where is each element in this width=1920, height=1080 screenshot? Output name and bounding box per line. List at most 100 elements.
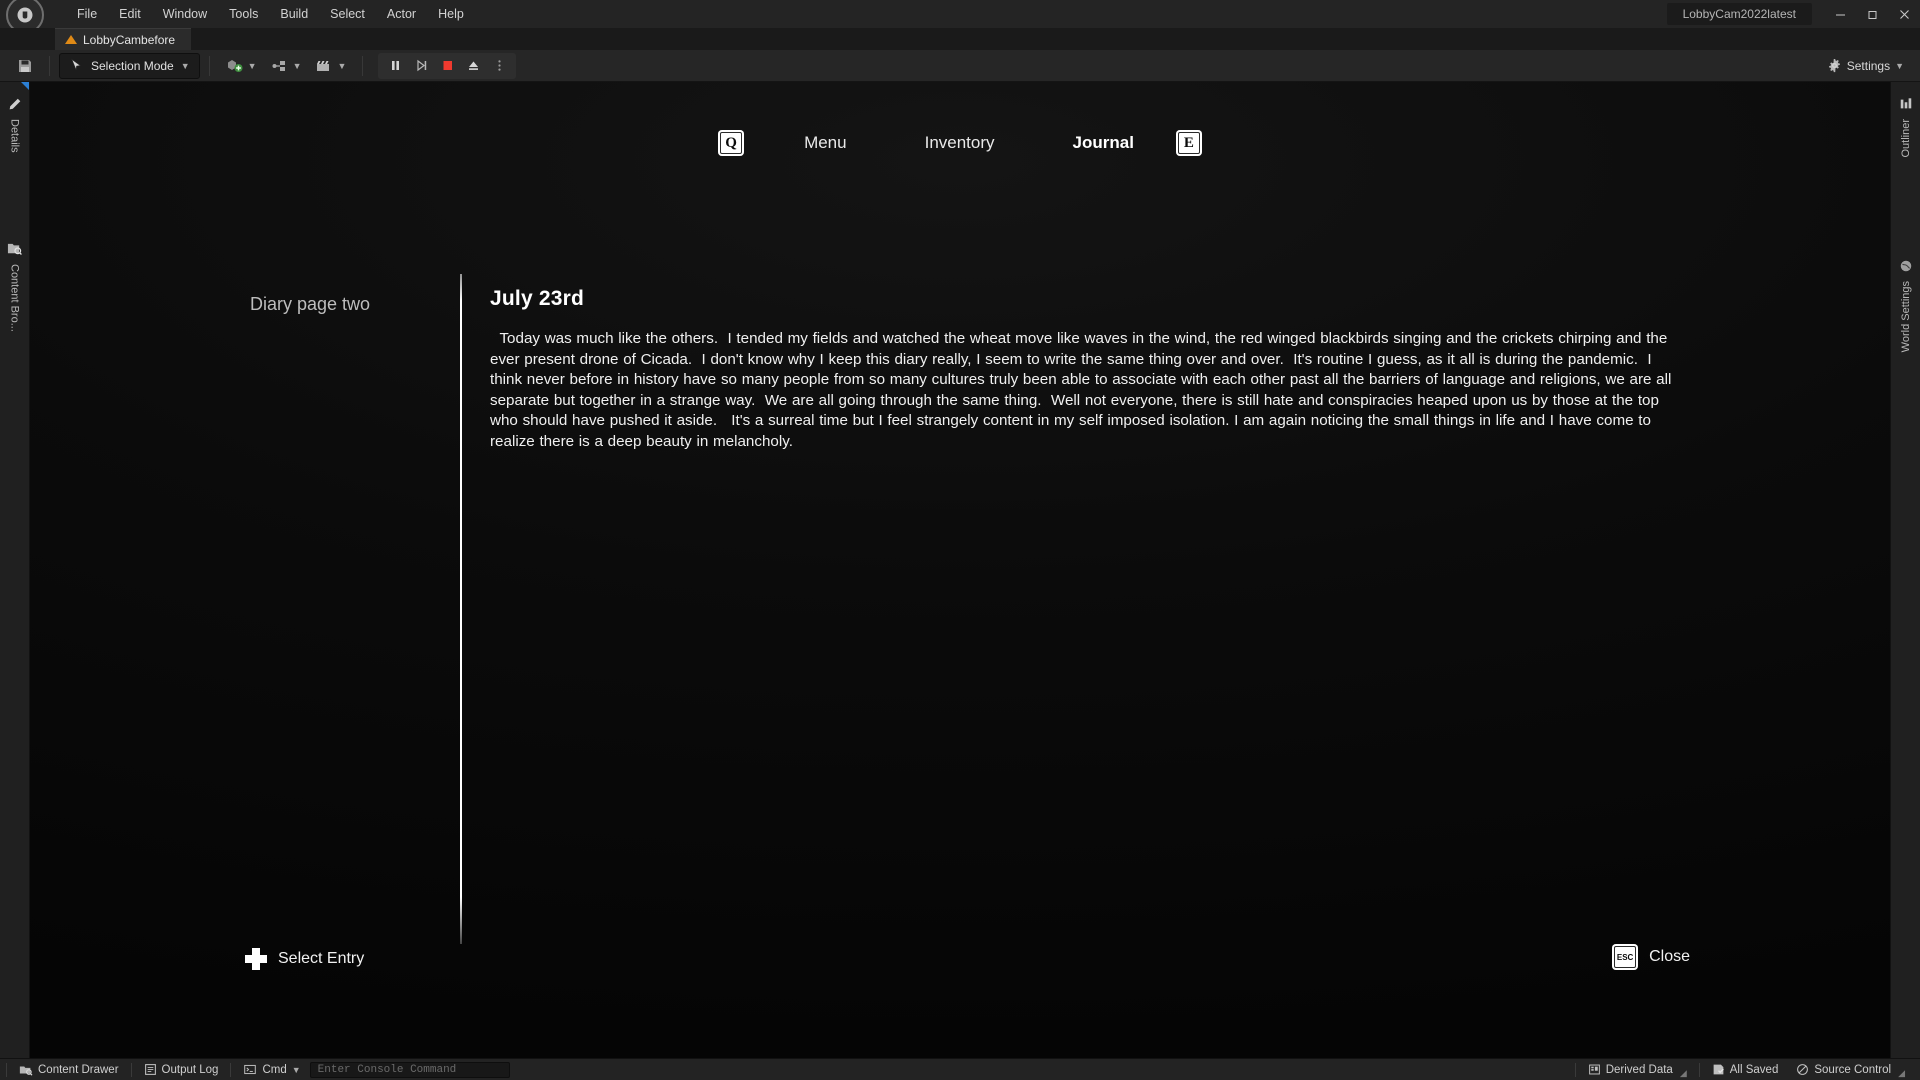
output-log-icon	[144, 1064, 156, 1075]
selection-mode-dropdown[interactable]: Selection Mode ▼	[59, 52, 200, 79]
menu-window[interactable]: Window	[152, 2, 218, 26]
status-bar: Content Drawer Output Log Cmd ▼ Enter Co…	[0, 1058, 1920, 1080]
outliner-icon	[1898, 96, 1914, 112]
menu-actor[interactable]: Actor	[376, 2, 427, 26]
output-log-label: Output Log	[161, 1063, 219, 1076]
esc-key-icon: ESC	[1612, 944, 1639, 970]
level-tab-lobbycambefore[interactable]: LobbyCambefore	[55, 28, 192, 50]
output-log-button[interactable]: Output Log	[135, 1061, 228, 1079]
select-entry-action[interactable]: Select Entry	[245, 948, 364, 970]
sidebar-item-content-browser[interactable]: Content Bro...	[7, 241, 23, 332]
blueprint-icon	[272, 60, 285, 71]
sidebar-item-label: Outliner	[1899, 119, 1912, 158]
menu-edit[interactable]: Edit	[108, 2, 152, 26]
toolbar-separator-1	[49, 55, 50, 76]
journal-entry-list: Diary page two	[180, 294, 440, 315]
derived-data-button[interactable]: Derived Data ◢	[1579, 1061, 1696, 1079]
all-saved-icon	[1713, 1064, 1724, 1075]
eject-button[interactable]	[462, 55, 484, 77]
menu-build[interactable]: Build	[269, 2, 319, 26]
journal-page: July 23rd Today was much like the others…	[490, 287, 1685, 453]
status-bar-right: Derived Data ◢ All Saved Source Control …	[1572, 1061, 1914, 1079]
content-drawer-label: Content Drawer	[38, 1063, 119, 1076]
status-separator-3	[1574, 1062, 1576, 1077]
next-page-key-e[interactable]: E	[1175, 130, 1202, 156]
source-control-button[interactable]: Source Control ◢	[1787, 1061, 1914, 1079]
cursor-icon	[71, 58, 81, 71]
menu-select[interactable]: Select	[319, 2, 376, 26]
hud-tab-inventory[interactable]: Inventory	[915, 133, 1005, 153]
cmd-dropdown[interactable]: Cmd ▼	[234, 1061, 309, 1079]
sidebar-item-label: Content Bro...	[8, 263, 21, 332]
details-pencil-icon	[7, 96, 23, 112]
world-settings-icon	[1898, 258, 1914, 274]
clapperboard-icon	[317, 60, 330, 71]
minimize-button[interactable]	[1824, 0, 1856, 28]
content-drawer-button[interactable]: Content Drawer	[10, 1061, 128, 1079]
all-saved-status[interactable]: All Saved	[1703, 1061, 1788, 1079]
derived-data-icon	[1588, 1064, 1600, 1075]
sidebar-item-world-settings[interactable]: World Settings	[1898, 258, 1914, 352]
hud-tab-menu[interactable]: Menu	[794, 133, 857, 153]
main-toolbar: Selection Mode ▼ ▼ ▼ ▼ Settings ▼	[0, 50, 1920, 82]
chevron-down-icon: ▼	[247, 60, 257, 71]
window-controls	[1824, 0, 1920, 28]
chevron-down-icon: ▼	[337, 60, 347, 71]
close-journal-label: Close	[1649, 948, 1690, 965]
menu-tools[interactable]: Tools	[218, 2, 269, 26]
chevron-down-icon: ▼	[180, 60, 190, 71]
status-separator-4	[1698, 1062, 1700, 1077]
save-button[interactable]	[10, 53, 40, 79]
chevron-down-icon: ▼	[1895, 60, 1904, 71]
menu-bar: File Edit Window Tools Build Select Acto…	[66, 0, 475, 28]
resize-grip-icon: ◢	[1679, 1067, 1687, 1078]
console-command-input[interactable]: Enter Console Command	[309, 1061, 510, 1078]
sidebar-item-details[interactable]: Details	[7, 96, 23, 153]
settings-dropdown[interactable]: Settings ▼	[1821, 53, 1910, 79]
stop-icon	[443, 61, 452, 70]
hud-tab-journal[interactable]: Journal	[1063, 133, 1144, 153]
project-title: LobbyCam2022latest	[1666, 3, 1812, 25]
sidebar-item-label: Details	[8, 119, 21, 153]
more-play-options-button[interactable]	[488, 55, 510, 77]
close-button[interactable]	[1888, 0, 1920, 28]
journal-page-body: Today was much like the others. I tended…	[490, 330, 1677, 450]
frame-step-button[interactable]	[410, 55, 432, 77]
level-tab-bar: LobbyCambefore	[0, 28, 1920, 50]
derived-data-label: Derived Data	[1605, 1063, 1673, 1076]
dpad-icon	[245, 948, 267, 970]
select-entry-label: Select Entry	[278, 950, 365, 967]
cmd-label: Cmd	[262, 1063, 287, 1076]
level-viewport[interactable]: Q Menu Inventory Journal E Diary page tw…	[30, 82, 1890, 1058]
pause-button[interactable]	[384, 55, 406, 77]
panel-corner-flag	[21, 82, 29, 90]
level-icon	[65, 35, 77, 44]
stop-button[interactable]	[436, 55, 458, 77]
maximize-button[interactable]	[1856, 0, 1888, 28]
menu-file[interactable]: File	[66, 2, 108, 26]
content-browser-icon	[7, 241, 23, 257]
menu-help[interactable]: Help	[427, 2, 475, 26]
resize-grip-icon: ◢	[1898, 1067, 1905, 1078]
prev-page-key-q[interactable]: Q	[718, 130, 745, 156]
unreal-editor-window: File Edit Window Tools Build Select Acto…	[0, 0, 1920, 1080]
chevron-down-icon: ▼	[291, 1064, 301, 1075]
kebab-menu-icon	[498, 60, 501, 71]
close-journal-action[interactable]: ESC Close	[1612, 944, 1690, 970]
journal-divider	[460, 274, 462, 944]
status-separator-2	[230, 1062, 232, 1077]
pause-icon	[391, 61, 399, 70]
content-drawer-icon	[19, 1066, 33, 1076]
add-cube-icon	[227, 59, 243, 72]
sidebar-item-outliner[interactable]: Outliner	[1898, 96, 1914, 158]
title-bar: File Edit Window Tools Build Select Acto…	[0, 0, 1920, 34]
selection-mode-label: Selection Mode	[91, 58, 174, 73]
right-sidebar-rail: Outliner World Settings	[1890, 82, 1920, 1058]
status-separator-1	[130, 1062, 132, 1077]
journal-page-title: July 23rd	[490, 287, 585, 310]
cinematics-button[interactable]: ▼	[308, 53, 353, 79]
blueprints-button[interactable]: ▼	[264, 53, 309, 79]
status-separator-0	[6, 1062, 7, 1077]
journal-entry-item[interactable]: Diary page two	[180, 294, 440, 315]
add-actor-button[interactable]: ▼	[219, 53, 264, 79]
